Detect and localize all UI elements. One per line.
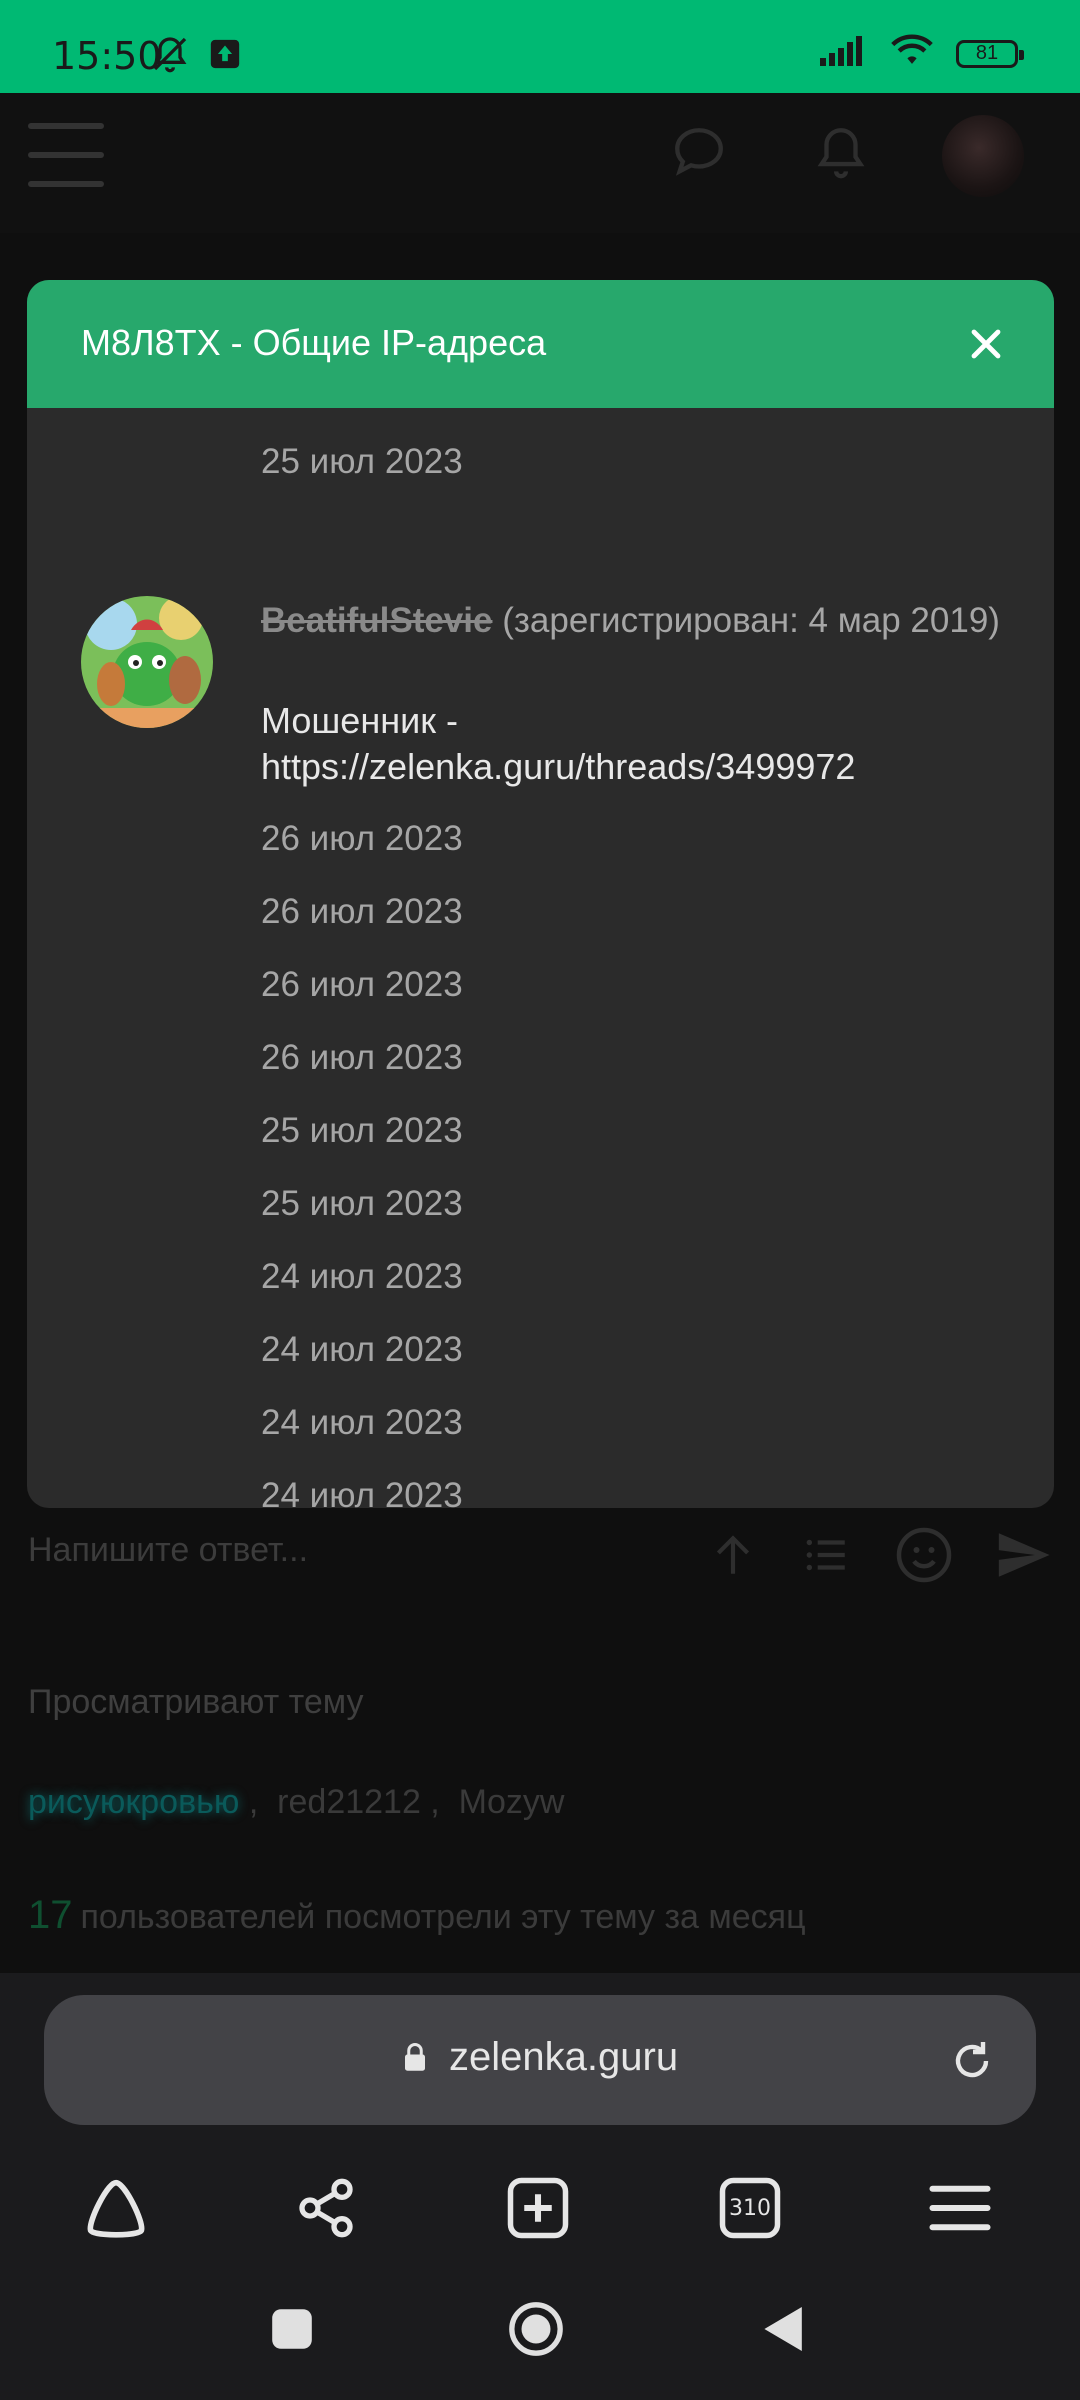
home-icon[interactable] xyxy=(76,2168,156,2248)
ip-date: 26 июл 2023 xyxy=(261,965,463,1004)
send-icon[interactable] xyxy=(994,1526,1052,1589)
modal-header: M8Л8TX - Общие IP-адреса xyxy=(27,280,1054,408)
user-avatar[interactable] xyxy=(81,596,213,728)
ip-date: 25 июл 2023 xyxy=(261,1184,463,1223)
month-views-count: 17 xyxy=(28,1893,73,1937)
reply-composer: Напишите ответ... xyxy=(28,1525,1052,1585)
ip-date: 24 июл 2023 xyxy=(261,1403,463,1442)
url-text: zelenka.guru xyxy=(449,2035,679,2079)
chat-icon[interactable] xyxy=(670,123,728,186)
browser-nav: 310 xyxy=(0,2168,1080,2258)
notifications-bell-icon[interactable] xyxy=(812,123,870,186)
bell-muted-icon xyxy=(150,34,190,79)
viewer-link[interactable]: red21212 xyxy=(277,1783,421,1821)
user-ban-note: Мошенник - https://zelenka.guru/threads/… xyxy=(261,700,856,787)
ip-date: 25 июл 2023 xyxy=(261,442,463,481)
reload-icon[interactable] xyxy=(948,2037,996,2090)
status-time: 15:50 xyxy=(52,34,162,78)
username-link[interactable]: BeatifulStevie xyxy=(261,601,492,640)
reply-input[interactable]: Напишите ответ... xyxy=(28,1531,308,1570)
viewer-link[interactable]: Mozyw xyxy=(459,1783,565,1821)
signal-icon xyxy=(820,36,868,71)
system-home-icon[interactable] xyxy=(496,2289,576,2369)
ip-date: 26 июл 2023 xyxy=(261,892,463,931)
ip-date: 24 июл 2023 xyxy=(261,1476,463,1508)
ip-date: 26 июл 2023 xyxy=(261,819,463,858)
tabs-counter-icon[interactable]: 310 xyxy=(710,2168,790,2248)
recents-icon[interactable] xyxy=(252,2289,332,2369)
close-icon[interactable] xyxy=(968,326,1004,362)
ip-date: 26 июл 2023 xyxy=(261,1038,463,1077)
status-bar: 15:50 81 xyxy=(0,0,1080,93)
emoji-icon[interactable] xyxy=(894,1525,954,1590)
shared-ip-modal: M8Л8TX - Общие IP-адреса 25 июл 2023 Bea… xyxy=(27,280,1054,1508)
profile-avatar[interactable] xyxy=(942,115,1024,197)
upload-notification-icon xyxy=(208,37,242,76)
new-tab-icon[interactable] xyxy=(498,2168,578,2248)
month-views-stat: 17 пользователей посмотрели эту тему за м… xyxy=(28,1893,806,1938)
menu-icon[interactable] xyxy=(28,123,104,210)
browser-toolbar: zelenka.guru 310 xyxy=(0,1973,1080,2400)
viewer-link[interactable]: рисуюкровью xyxy=(28,1783,239,1821)
address-bar[interactable]: zelenka.guru xyxy=(44,1995,1036,2125)
ip-date: 24 июл 2023 xyxy=(261,1257,463,1296)
arrow-up-icon[interactable] xyxy=(708,1527,758,1588)
browser-menu-icon[interactable] xyxy=(920,2168,1000,2248)
site-header xyxy=(0,93,1080,233)
viewing-title: Просматривают тему xyxy=(28,1683,364,1721)
viewers-list: рисуюкровью , red21212 , Mozyw xyxy=(28,1783,565,1821)
back-icon[interactable] xyxy=(742,2289,822,2369)
user-info: BeatifulStevie (зарегистрирован: 4 мар 2… xyxy=(261,598,1001,644)
ip-date: 24 июл 2023 xyxy=(261,1330,463,1369)
month-views-text: пользователей посмотрели эту тему за мес… xyxy=(80,1898,806,1936)
registration-date: (зарегистрирован: 4 мар 2019) xyxy=(492,601,1000,640)
battery-indicator: 81 xyxy=(956,39,1024,68)
modal-title: M8Л8TX - Общие IP-адреса xyxy=(81,322,547,363)
list-icon[interactable] xyxy=(798,1530,854,1585)
system-navigation xyxy=(0,2293,1080,2383)
ip-date: 25 июл 2023 xyxy=(261,1111,463,1150)
modal-body[interactable]: 25 июл 2023 BeatifulStevie (зарегистриро… xyxy=(27,408,1054,1508)
share-icon[interactable] xyxy=(286,2168,366,2248)
lock-icon xyxy=(402,2035,449,2079)
wifi-icon xyxy=(890,34,934,73)
tabs-count: 310 xyxy=(729,2195,771,2221)
